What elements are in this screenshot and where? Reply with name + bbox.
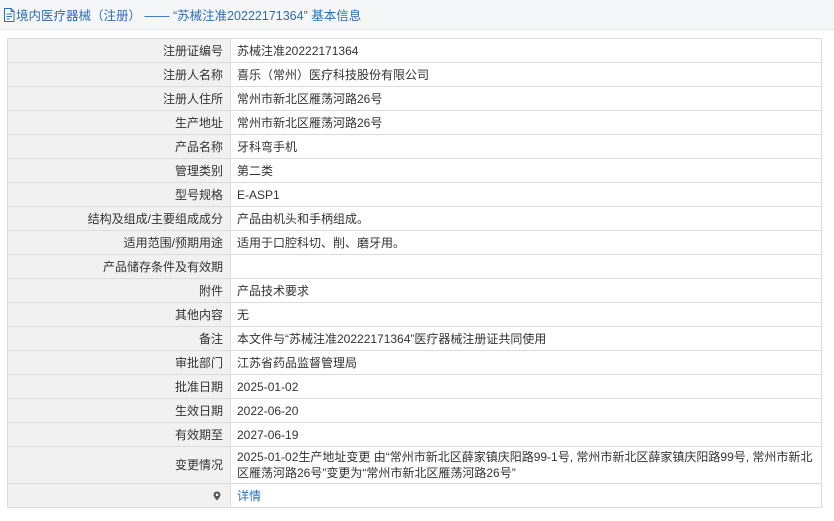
field-value: 2025-01-02生产地址变更 由“常州市新北区薛家镇庆阳路99-1号, 常州…: [230, 446, 822, 484]
table-row: 产品名称 牙科弯手机: [7, 134, 822, 159]
field-value: 2027-06-19: [230, 422, 822, 447]
table-row: 其他内容无: [7, 302, 822, 327]
field-label: 审批部门: [7, 350, 231, 375]
table-row: 备注 本文件与“苏械注准20222171364”医疗器械注册证共同使用: [7, 326, 822, 351]
field-value: 无: [230, 302, 822, 327]
field-value: 本文件与“苏械注准20222171364”医疗器械注册证共同使用: [230, 326, 822, 351]
table-row: 管理类别 第二类: [7, 158, 822, 183]
field-value: 第二类: [230, 158, 822, 183]
table-row: 有效期至 2027-06-19: [7, 422, 822, 447]
field-label: 备注: [7, 326, 231, 351]
field-label: 其他内容: [7, 302, 231, 327]
info-table-container: 注册证编号 苏械注准20222171364 注册人名称 喜乐（常州）医疗科技股份有限…: [7, 38, 822, 508]
table-row: 产品储存条件及有效期: [7, 254, 822, 279]
field-label: 注册人名称: [7, 62, 231, 87]
page-header: 境内医疗器械（注册） —— “苏械注准20222171364” 基本信息: [0, 0, 834, 30]
detail-row: 详情: [7, 483, 822, 508]
field-label: 有效期至: [7, 422, 231, 447]
field-value: 2025-01-02: [230, 374, 822, 399]
table-row: 注册证编号 苏械注准20222171364: [7, 38, 822, 63]
table-row: 注册人住所 常州市新北区雁荡河路26号: [7, 86, 822, 111]
table-row: 附件 产品技术要求: [7, 278, 822, 303]
field-value: E-ASP1: [230, 182, 822, 207]
table-row: 结构及组成/主要组成成分 产品由机头和手柄组成。: [7, 206, 822, 231]
field-label: 结构及组成/主要组成成分: [7, 206, 231, 231]
field-label: 注册证编号: [7, 38, 231, 63]
field-label: 产品储存条件及有效期: [7, 254, 231, 279]
table-row: 审批部门 江苏省药品监督管理局: [7, 350, 822, 375]
detail-link[interactable]: 详情: [237, 489, 261, 503]
field-label: 产品名称: [7, 134, 231, 159]
field-value: 喜乐（常州）医疗科技股份有限公司: [230, 62, 822, 87]
table-row: 注册人名称 喜乐（常州）医疗科技股份有限公司: [7, 62, 822, 87]
field-label: 批准日期: [7, 374, 231, 399]
document-icon: [3, 7, 15, 22]
field-value: 常州市新北区雁荡河路26号: [230, 110, 822, 135]
field-value: 2022-06-20: [230, 398, 822, 423]
field-label: 注册人住所: [7, 86, 231, 111]
table-row: 变更情况 2025-01-02生产地址变更 由“常州市新北区薛家镇庆阳路99-1号…: [7, 446, 822, 484]
field-value: 常州市新北区雁荡河路26号: [230, 86, 822, 111]
field-value: 江苏省药品监督管理局: [230, 350, 822, 375]
field-label: 型号规格: [7, 182, 231, 207]
page-title: 境内医疗器械（注册） —— “苏械注准20222171364” 基本信息: [16, 9, 362, 23]
map-pin-icon: [213, 489, 221, 500]
field-label: 适用范围/预期用途: [7, 230, 231, 255]
field-value: 适用于口腔科切、削、磨牙用。: [230, 230, 822, 255]
table-row: 适用范围/预期用途 适用于口腔科切、削、磨牙用。: [7, 230, 822, 255]
detail-row-label: [7, 483, 231, 508]
field-label: 附件: [7, 278, 231, 303]
field-value: [230, 254, 822, 279]
field-label: 生产地址: [7, 110, 231, 135]
table-row: 生效日期 2022-06-20: [7, 398, 822, 423]
table-row: 型号规格 E-ASP1: [7, 182, 822, 207]
field-label: 生效日期: [7, 398, 231, 423]
field-value: 产品技术要求: [230, 278, 822, 303]
field-label: 变更情况: [7, 446, 231, 484]
table-row: 生产地址 常州市新北区雁荡河路26号: [7, 110, 822, 135]
field-value: 产品由机头和手柄组成。: [230, 206, 822, 231]
table-row: 批准日期 2025-01-02: [7, 374, 822, 399]
field-value: 苏械注准20222171364: [230, 38, 822, 63]
info-table: 注册证编号 苏械注准20222171364 注册人名称 喜乐（常州）医疗科技股份有限…: [7, 38, 822, 508]
field-value: 牙科弯手机: [230, 134, 822, 159]
field-label: 管理类别: [7, 158, 231, 183]
detail-row-value: 详情: [230, 483, 822, 508]
